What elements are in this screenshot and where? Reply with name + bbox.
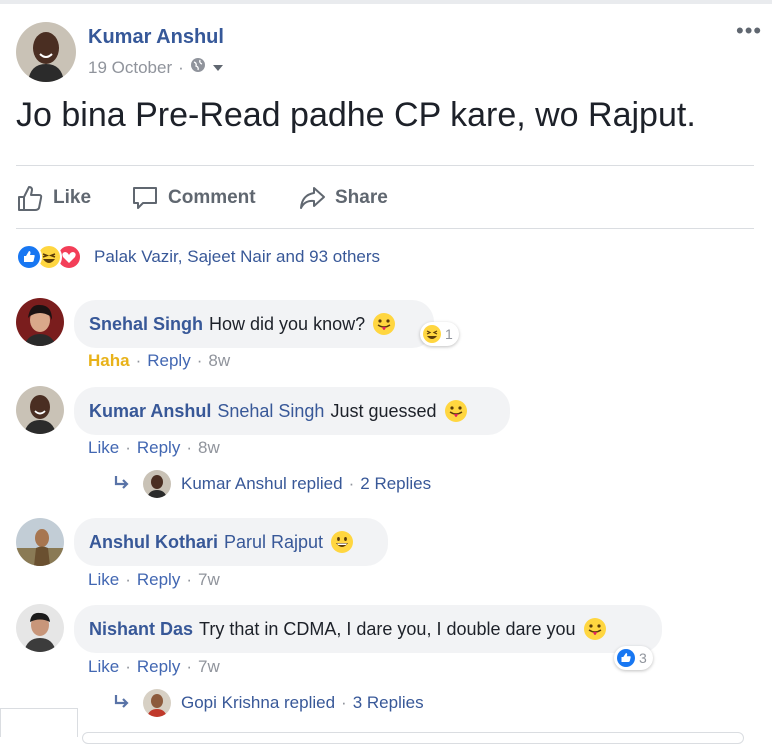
meta-separator: · [178, 57, 184, 77]
divider-bottom [16, 228, 754, 229]
mention-link[interactable]: Snehal Singh [217, 401, 324, 422]
commenter-avatar[interactable] [16, 604, 64, 652]
comment-reaction-badge[interactable]: 3 [614, 646, 653, 670]
separator: · [125, 438, 131, 457]
post-meta: 19 October · [88, 57, 224, 78]
separator: · [125, 570, 131, 589]
tongue-emoji-icon [444, 400, 467, 422]
comment-bubble: Snehal Singh How did you know? [74, 300, 434, 348]
commenter-avatar[interactable] [16, 386, 64, 434]
comment-time[interactable]: 7w [198, 570, 220, 590]
audience-dropdown-icon[interactable] [212, 58, 224, 78]
replier-text: Kumar Anshul replied [181, 474, 343, 493]
like-button[interactable]: Like [16, 183, 91, 213]
replier-text: Gopi Krishna replied [181, 693, 336, 712]
view-replies-link[interactable]: Kumar Anshul replied · 2 Replies [113, 470, 431, 498]
comment-input-edge[interactable] [82, 732, 744, 744]
share-button[interactable]: Share [298, 183, 388, 213]
separator: · [186, 570, 192, 589]
separator: · [186, 657, 192, 676]
top-border [0, 0, 772, 4]
comment-icon [133, 187, 157, 209]
post-author-name[interactable]: Kumar Anshul [88, 26, 224, 49]
comment-label: Comment [168, 187, 256, 208]
replier-avatar [143, 470, 171, 498]
comment-bubble: Kumar Anshul Snehal Singh Just guessed [74, 387, 510, 435]
thumbs-up-icon [18, 186, 43, 211]
post-text: Jo bina Pre-Read padhe CP kare, wo Rajpu… [16, 96, 696, 134]
separator: · [348, 474, 355, 493]
tongue-emoji-icon [583, 618, 606, 640]
comment-bubble: Nishant Das Try that in CDMA, I dare you… [74, 605, 662, 653]
comment-time[interactable]: 7w [198, 657, 220, 677]
comment-actions: Haha · Reply · 8w [88, 351, 230, 371]
like-badge-icon [617, 649, 635, 667]
separator: · [135, 351, 142, 370]
commenter-name[interactable]: Kumar Anshul [89, 401, 211, 422]
comment-actions: Like · Reply · 7w [88, 657, 220, 677]
comment-time[interactable]: 8w [208, 351, 230, 371]
author-avatar[interactable] [16, 22, 76, 82]
comment-actions: Like · Reply · 8w [88, 438, 220, 458]
reply-arrow-icon [113, 693, 133, 714]
divider-top [16, 165, 754, 166]
comment-actions: Like · Reply · 7w [88, 570, 220, 590]
comment-button[interactable]: Comment [131, 183, 256, 213]
commenter-name[interactable]: Nishant Das [89, 619, 193, 640]
commenter-avatar[interactable] [16, 298, 64, 346]
reply-link[interactable]: Reply [137, 657, 180, 677]
like-link[interactable]: Like [88, 657, 119, 677]
reply-link[interactable]: Reply [147, 351, 190, 371]
haha-badge-icon [423, 325, 441, 343]
like-reaction-icon [16, 244, 42, 270]
tongue-emoji-icon [373, 313, 396, 335]
like-link[interactable]: Like [88, 438, 119, 458]
like-link[interactable]: Like [88, 570, 119, 590]
separator: · [125, 657, 131, 676]
reply-link[interactable]: Reply [137, 438, 180, 458]
reply-link[interactable]: Reply [137, 570, 180, 590]
commenter-name[interactable]: Anshul Kothari [89, 532, 218, 553]
haha-reaction-label[interactable]: Haha [88, 351, 130, 371]
separator: · [186, 438, 192, 457]
replier-avatar [143, 689, 171, 717]
like-label: Like [53, 187, 92, 208]
share-label: Share [335, 187, 388, 208]
comment-bubble: Anshul Kothari Parul Rajput [74, 518, 388, 566]
reaction-icons[interactable] [16, 244, 82, 270]
more-options-icon[interactable]: ••• [736, 20, 762, 42]
globe-icon[interactable] [190, 57, 206, 78]
reaction-count: 1 [445, 326, 453, 342]
comment-reaction-badge[interactable]: 1 [420, 322, 459, 346]
grin-emoji-icon [331, 531, 354, 553]
mention-link[interactable]: Parul Rajput [224, 532, 323, 553]
comment-text: How did you know? [209, 313, 366, 334]
replies-count: 2 Replies [360, 474, 432, 493]
comment-time[interactable]: 8w [198, 438, 220, 458]
share-icon [300, 187, 325, 209]
view-replies-link[interactable]: Gopi Krishna replied · 3 Replies [113, 689, 424, 717]
commenter-name[interactable]: Snehal Singh [89, 314, 203, 335]
separator: · [196, 351, 203, 370]
commenter-avatar[interactable] [16, 518, 64, 566]
reply-arrow-icon [113, 474, 133, 495]
comment-text: Just guessed [330, 400, 437, 421]
side-panel-edge [0, 708, 78, 737]
comment-text: Try that in CDMA, I dare you, I double d… [199, 618, 576, 639]
post-date[interactable]: 19 October [88, 58, 172, 78]
reaction-names-link[interactable]: Palak Vazir, Sajeet Nair and 93 others [94, 247, 380, 267]
separator: · [341, 693, 347, 712]
replies-count: 3 Replies [352, 693, 424, 712]
reaction-count: 3 [639, 650, 647, 666]
